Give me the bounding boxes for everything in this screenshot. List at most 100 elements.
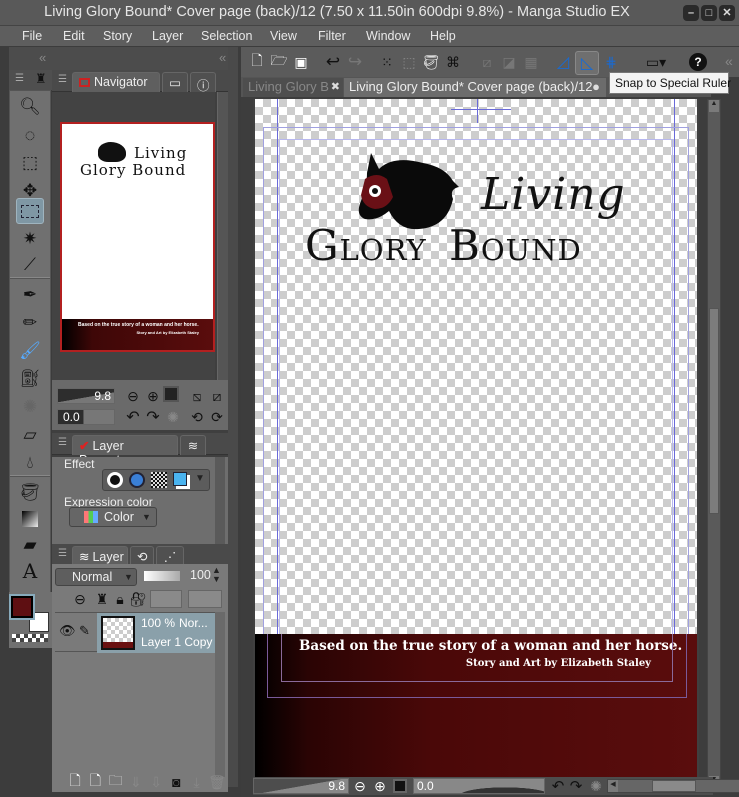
- tone-effect-icon[interactable]: [151, 472, 167, 488]
- layer-scrollbar[interactable]: [215, 612, 225, 777]
- reset-rotation-icon[interactable]: ✺: [587, 776, 605, 796]
- menu-file[interactable]: File: [22, 29, 42, 43]
- transparent-color-swatch[interactable]: [12, 634, 48, 642]
- layer-color-effect-icon[interactable]: [173, 472, 187, 486]
- chevron-down-icon[interactable]: ▼: [195, 473, 205, 484]
- object-tool-icon[interactable]: ⬚: [10, 149, 50, 177]
- doc-tab-active[interactable]: Living Glory Bound* Cover page (back)/12…: [344, 78, 606, 97]
- lock-icon[interactable]: 🔒︎: [110, 589, 130, 609]
- reset-view-icon[interactable]: ⟳: [207, 407, 227, 427]
- scroll-left-icon[interactable]: ◀: [608, 780, 618, 792]
- reset-flip-icon[interactable]: ⟲: [187, 407, 207, 427]
- zoom-in-icon[interactable]: ⊕: [371, 776, 389, 796]
- rotate-left-icon[interactable]: ↶: [123, 407, 143, 427]
- view-options-icon[interactable]: ▭▾: [641, 52, 671, 72]
- snap-to-grid-icon[interactable]: ⋕: [601, 52, 621, 72]
- save-icon[interactable]: ▣: [291, 52, 311, 72]
- clip-icon[interactable]: ⊖: [70, 589, 90, 609]
- lock-transparency-icon[interactable]: 🔐︎: [128, 589, 148, 609]
- fit-view-icon[interactable]: [163, 386, 179, 402]
- scroll-up-icon[interactable]: ▲: [709, 100, 719, 112]
- tool-tab-icon[interactable]: ♜: [35, 71, 47, 87]
- tab-info[interactable]: ⓘ: [190, 72, 216, 93]
- vertical-scroll-thumb[interactable]: [709, 308, 719, 514]
- tab-material[interactable]: ⋰: [156, 546, 184, 566]
- mask-dropdown[interactable]: [150, 590, 182, 608]
- open-file-icon[interactable]: 🗁: [269, 52, 289, 72]
- tab-history[interactable]: ⟲: [130, 546, 154, 566]
- canvas-rotation-slider[interactable]: 0.0: [413, 778, 545, 794]
- horizontal-scroll-thumb[interactable]: [652, 780, 696, 792]
- canvas-zoom-slider[interactable]: 9.8: [253, 778, 349, 794]
- navigator-rotation-slider[interactable]: 0.0: [57, 409, 115, 425]
- zoom-out-icon[interactable]: ⊖: [351, 776, 369, 796]
- maximize-button[interactable]: □: [701, 5, 717, 21]
- zoom-tool-icon[interactable]: 🔍︎: [10, 93, 50, 121]
- eyedropper-tool-icon[interactable]: ⟋: [10, 251, 50, 279]
- main-color-swatch[interactable]: [9, 594, 35, 620]
- zoom-in-icon[interactable]: ⊕: [143, 386, 163, 406]
- tab-sub-view[interactable]: ▭: [162, 72, 188, 92]
- pencil-tool-icon[interactable]: ✏: [10, 309, 50, 337]
- flip-vertical-icon[interactable]: ⧄: [207, 386, 227, 406]
- figure-tool-icon[interactable]: ▰: [10, 531, 50, 559]
- expression-color-select[interactable]: Color ▼: [69, 507, 157, 527]
- close-tab-icon[interactable]: ✖: [330, 80, 340, 93]
- pen-tool-icon[interactable]: ✒: [10, 281, 50, 309]
- close-button[interactable]: ✕: [719, 5, 735, 21]
- tab-navigator[interactable]: Navigator: [72, 72, 160, 92]
- panel-menu-icon[interactable]: ☰: [58, 548, 67, 559]
- snap-to-ruler-icon[interactable]: ◿: [553, 52, 573, 72]
- blend-mode-select[interactable]: Normal ▼: [55, 568, 137, 586]
- menu-view[interactable]: View: [270, 29, 297, 43]
- gradient-tool-icon[interactable]: [10, 505, 50, 533]
- new-file-icon[interactable]: 🗋: [247, 52, 267, 72]
- new-folder-icon[interactable]: 🗀: [107, 772, 125, 792]
- fill-selection-icon[interactable]: 🪣︎: [421, 52, 441, 72]
- tab-layer-property[interactable]: ✔Layer Property: [72, 435, 178, 467]
- visibility-eye-icon[interactable]: 👁︎: [59, 623, 76, 639]
- opacity-slider[interactable]: [144, 571, 180, 581]
- eraser-tool-icon[interactable]: ▱: [10, 421, 50, 449]
- help-icon[interactable]: ?: [689, 53, 707, 71]
- navigator-zoom-slider[interactable]: 9.8: [57, 388, 115, 404]
- minimize-button[interactable]: –: [683, 5, 699, 21]
- undo-icon[interactable]: ↩: [323, 52, 343, 72]
- canvas-page[interactable]: Living Glory Bound Based on the true sto…: [255, 99, 697, 783]
- rotate-left-icon[interactable]: ↶: [549, 776, 567, 796]
- fit-canvas-icon[interactable]: [393, 779, 407, 793]
- menu-story[interactable]: Story: [103, 29, 132, 43]
- clear-outside-icon[interactable]: ◪: [499, 52, 519, 72]
- new-vector-layer-icon[interactable]: 🗋: [86, 772, 104, 792]
- magic-wand-tool-icon[interactable]: ✷: [10, 225, 50, 253]
- menu-filter[interactable]: Filter: [318, 29, 346, 43]
- new-raster-layer-icon[interactable]: 🗋: [66, 772, 84, 792]
- layer-row[interactable]: 👁︎ ✎ 100 % Nor... Layer 1 Copy: [55, 612, 215, 653]
- collapse-icon[interactable]: «: [39, 50, 46, 65]
- rotate-right-icon[interactable]: ↷: [567, 776, 585, 796]
- menu-help[interactable]: Help: [430, 29, 456, 43]
- apply-mask-icon[interactable]: ⤓: [188, 772, 206, 792]
- panel-menu-icon[interactable]: ☰: [15, 73, 24, 84]
- border-effect-icon[interactable]: [107, 472, 123, 488]
- modified-dot-icon[interactable]: ●: [592, 79, 600, 94]
- opacity-stepper-icon[interactable]: ▲ ▼: [212, 566, 221, 584]
- menu-selection[interactable]: Selection: [201, 29, 252, 43]
- menu-layer[interactable]: Layer: [152, 29, 183, 43]
- doc-tab-inactive[interactable]: Living Glory B ✖: [243, 78, 343, 97]
- merge-visible-icon[interactable]: ⇩: [147, 772, 165, 792]
- text-tool-icon[interactable]: A: [10, 557, 50, 585]
- merge-down-icon[interactable]: ⇓: [127, 772, 145, 792]
- canvas-view[interactable]: Living Glory Bound Based on the true sto…: [253, 99, 699, 783]
- reference-layer-icon[interactable]: ♜: [92, 589, 112, 609]
- tab-tool-property[interactable]: ≋: [180, 435, 206, 455]
- color-effect-icon[interactable]: [129, 472, 145, 488]
- vertical-scrollbar[interactable]: ▲ ▼: [707, 99, 721, 789]
- layer-row-selected[interactable]: 100 % Nor... Layer 1 Copy: [97, 613, 215, 653]
- transform-icon[interactable]: ⌘: [443, 52, 463, 72]
- navigator-scrollbar[interactable]: [217, 92, 228, 380]
- redo-icon[interactable]: ↪: [345, 52, 365, 72]
- collapse-icon[interactable]: «: [219, 50, 226, 65]
- menu-window[interactable]: Window: [366, 29, 410, 43]
- delete-layer-icon[interactable]: 🗑︎: [208, 772, 226, 792]
